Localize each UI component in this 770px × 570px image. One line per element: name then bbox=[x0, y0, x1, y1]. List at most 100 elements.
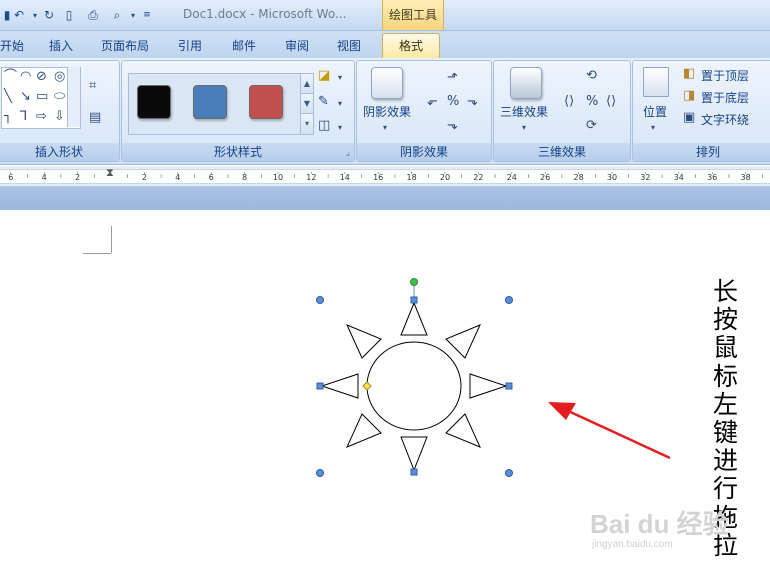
edit-shape-icon[interactable]: ⌗ bbox=[89, 79, 96, 93]
position-dropdown-icon[interactable]: ▾ bbox=[651, 121, 655, 135]
resize-handle-bottom-left[interactable] bbox=[316, 469, 324, 477]
new-document-icon[interactable]: ▯ bbox=[62, 9, 76, 22]
rotation-handle[interactable] bbox=[410, 278, 418, 286]
tilt-left-icon[interactable]: ⟨⟩ bbox=[564, 95, 574, 109]
tilt-down-icon[interactable]: ⟳ bbox=[586, 119, 597, 133]
rectangle-shape-icon[interactable]: ▭ bbox=[36, 90, 48, 104]
shape-fill-icon[interactable]: ◪ bbox=[318, 69, 330, 83]
watermark-url: jingyan.baidu.com bbox=[592, 539, 673, 550]
ruler-label-left: 2 bbox=[75, 173, 80, 182]
resize-handle-bottom-right[interactable] bbox=[505, 469, 513, 477]
group-shadow-effects: 阴影效果 ▾ ⬏ ⬐ % ⬎ ⬎ 阴影效果 bbox=[356, 60, 492, 162]
tilt-up-icon[interactable]: ⟲ bbox=[586, 69, 597, 83]
shape-outline-icon[interactable]: ✎ bbox=[318, 95, 329, 109]
tab-review[interactable]: 审阅 bbox=[285, 37, 309, 54]
ruler-label: 26 bbox=[540, 173, 550, 182]
change-shape-dropdown-icon[interactable]: ▾ bbox=[338, 121, 342, 135]
undo-dropdown-icon[interactable]: ▾ bbox=[28, 9, 42, 22]
text-wrapping-button[interactable]: 文字环绕 bbox=[701, 111, 749, 128]
gallery-more[interactable]: ▾ bbox=[300, 113, 314, 135]
shadow-effects-button[interactable]: 阴影效果 bbox=[363, 103, 411, 120]
tab-home[interactable]: 开始 bbox=[0, 37, 24, 54]
oval-shape-icon[interactable]: ⬭ bbox=[54, 90, 65, 104]
sun-ray-top bbox=[400, 301, 428, 336]
shape-styles-dialog-launcher-icon[interactable]: ⌟ bbox=[346, 148, 350, 158]
tab-view[interactable]: 视图 bbox=[337, 37, 361, 54]
gallery-scroll-down[interactable]: ▼ bbox=[300, 93, 314, 115]
arrow-line-shape-icon[interactable]: ↘ bbox=[20, 90, 31, 104]
customize-qat-icon[interactable]: ≡ bbox=[140, 9, 154, 22]
gallery-scroll-up[interactable]: ▲ bbox=[300, 73, 314, 95]
send-to-back-button[interactable]: 置于底层 bbox=[701, 89, 749, 106]
tab-insert[interactable]: 插入 bbox=[49, 37, 73, 54]
circle-shape-icon[interactable]: ◎ bbox=[54, 70, 65, 84]
change-shape-icon[interactable]: ◫ bbox=[318, 119, 330, 133]
sun-shape[interactable] bbox=[320, 301, 508, 472]
elbow-connector-icon[interactable]: ⅂ bbox=[20, 110, 27, 124]
style-swatch-red[interactable] bbox=[249, 85, 283, 119]
line-shape-icon[interactable]: ╲ bbox=[4, 90, 12, 104]
redo-icon[interactable]: ↻ bbox=[42, 9, 56, 22]
shadow-effects-icon[interactable] bbox=[371, 67, 403, 99]
shape-fill-dropdown-icon[interactable]: ▾ bbox=[338, 71, 342, 85]
tab-references[interactable]: 引用 bbox=[178, 37, 202, 54]
nudge-shadow-right-icon[interactable]: ⬎ bbox=[467, 95, 478, 109]
group-label-arrange: 排列 bbox=[633, 143, 770, 161]
shapes-gallery-scroll[interactable] bbox=[67, 67, 80, 127]
style-swatch-black[interactable] bbox=[137, 85, 171, 119]
position-button[interactable]: 位置 bbox=[643, 103, 667, 120]
nudge-shadow-down-icon[interactable]: ⬎ bbox=[447, 119, 458, 133]
arc-shape-icon[interactable]: ◠ bbox=[20, 70, 31, 84]
style-swatch-blue[interactable] bbox=[193, 85, 227, 119]
resize-handle-left[interactable] bbox=[316, 382, 324, 390]
indent-marker-icon[interactable]: ⧗ bbox=[106, 166, 114, 180]
tab-page-layout[interactable]: 页面布局 bbox=[101, 37, 149, 54]
down-arrow-shape-icon[interactable]: ⇩ bbox=[54, 110, 65, 124]
3d-toggle-icon[interactable]: % bbox=[586, 95, 598, 109]
shape-outline-dropdown-icon[interactable]: ▾ bbox=[338, 97, 342, 111]
sun-ray-top-left bbox=[346, 324, 382, 359]
shadow-effects-dropdown-icon[interactable]: ▾ bbox=[383, 121, 387, 135]
right-arrow-shape-icon[interactable]: ⇨ bbox=[36, 110, 47, 124]
tab-format[interactable]: 格式 bbox=[382, 33, 440, 59]
3d-effects-dropdown-icon[interactable]: ▾ bbox=[522, 121, 526, 135]
tab-mailings[interactable]: 邮件 bbox=[232, 37, 256, 54]
tilt-right-icon[interactable]: ⟨⟩ bbox=[606, 95, 616, 109]
position-icon[interactable] bbox=[643, 67, 669, 97]
annotation-arrow-shaft bbox=[565, 408, 671, 460]
ruler-label: 28 bbox=[574, 173, 584, 182]
watermark-logo: Bai du 经验 bbox=[590, 509, 729, 539]
annotation-arrow-head bbox=[548, 402, 576, 420]
curve-shape-icon[interactable]: ⌒ bbox=[4, 70, 17, 84]
bring-to-front-icon[interactable]: ◧ bbox=[683, 67, 695, 81]
ribbon-tabs: 开始 插入 页面布局 引用 邮件 审阅 视图 格式 bbox=[0, 31, 770, 59]
preview-dropdown-icon[interactable]: ▾ bbox=[126, 9, 140, 22]
ruler-label: 10 bbox=[273, 173, 283, 182]
print-preview-icon[interactable]: ⌕ bbox=[110, 9, 124, 22]
send-to-back-icon[interactable]: ◨ bbox=[683, 89, 695, 103]
group-insert-shapes: ⌒ ◠ ⊘ ◎ ╲ ↘ ▭ ⬭ ┐ ⅂ ⇨ ⇩ ⌗ ▤ 插入形状 bbox=[0, 60, 120, 162]
text-wrapping-icon[interactable]: ▣ bbox=[683, 111, 695, 125]
nudge-shadow-up-icon[interactable]: ⬏ bbox=[447, 71, 458, 85]
3d-effects-icon[interactable] bbox=[510, 67, 542, 99]
resize-handle-top-right[interactable] bbox=[505, 296, 513, 304]
resize-handle-bottom[interactable] bbox=[410, 468, 418, 476]
ruler-strip: 6 4 2 2 4 6 8 10 12 14 16 18 20 22 24 26 28 30 32 34 36 38 bbox=[0, 169, 770, 184]
title-bar: ▮ ↶ ▾ ↻ ▯ ⎙ ⌕ ▾ ≡ Doc1.docx - Microsoft … bbox=[0, 0, 770, 31]
resize-handle-right[interactable] bbox=[505, 382, 513, 390]
bring-to-front-button[interactable]: 置于顶层 bbox=[701, 67, 749, 84]
document-background bbox=[0, 187, 770, 210]
nudge-shadow-left-icon[interactable]: ⬐ bbox=[427, 95, 438, 109]
print-icon[interactable]: ⎙ bbox=[86, 9, 100, 22]
no-symbol-shape-icon[interactable]: ⊘ bbox=[36, 70, 47, 84]
connector-shape-icon[interactable]: ┐ bbox=[4, 110, 12, 124]
horizontal-ruler[interactable]: 6 4 2 2 4 6 8 10 12 14 16 18 20 22 24 26 28 30 32 34 36 38 ⧗ bbox=[0, 166, 770, 187]
3d-effects-button[interactable]: 三维效果 bbox=[500, 103, 548, 120]
resize-handle-top-left[interactable] bbox=[316, 296, 324, 304]
resize-handle-top[interactable] bbox=[410, 296, 418, 304]
text-box-icon[interactable]: ▤ bbox=[89, 111, 101, 125]
undo-icon[interactable]: ↶ bbox=[12, 9, 26, 22]
ruler-label: 22 bbox=[473, 173, 483, 182]
ruler-label: 24 bbox=[507, 173, 517, 182]
shadow-toggle-icon[interactable]: % bbox=[447, 95, 459, 109]
